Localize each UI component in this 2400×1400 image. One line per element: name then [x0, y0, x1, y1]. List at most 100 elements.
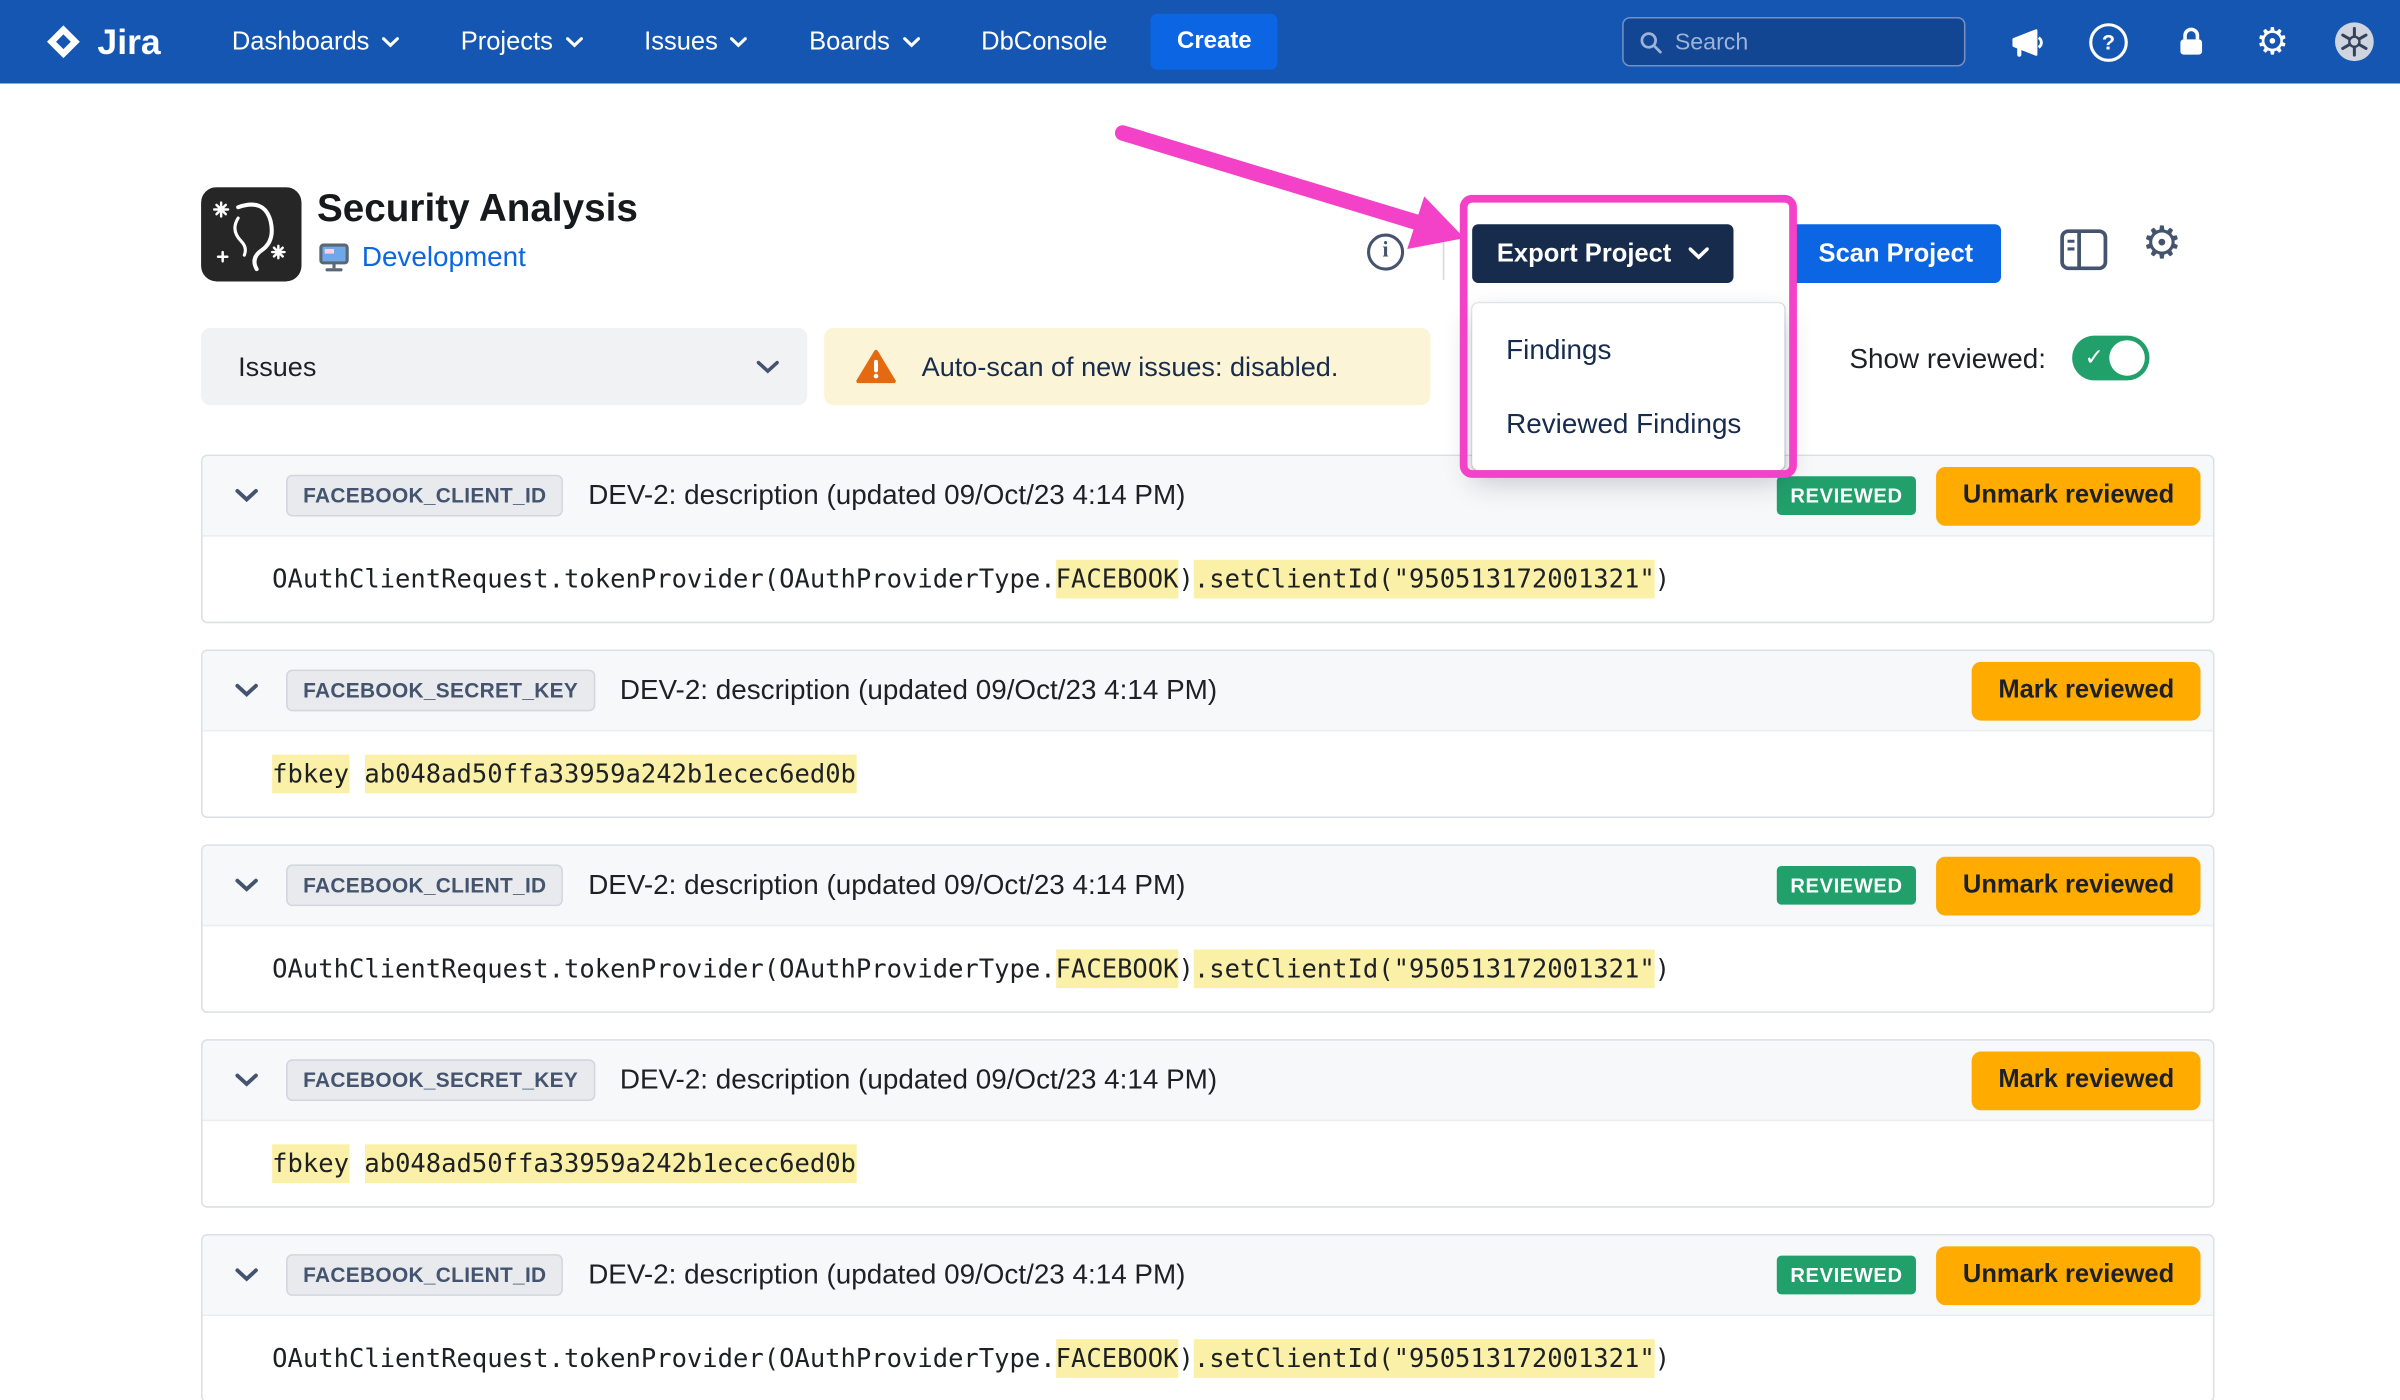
chevron-down-icon	[234, 878, 257, 892]
finding-code: OAuthClientRequest.tokenProvider(OAuthPr…	[203, 1316, 2213, 1400]
nav-item[interactable]: Dashboards	[232, 27, 399, 56]
finding-header: FACEBOOK_CLIENT_ID DEV-2: description (u…	[203, 846, 2213, 926]
nav-item[interactable]: Boards	[809, 27, 919, 56]
expand-toggle-button[interactable]	[230, 870, 261, 901]
scan-project-button[interactable]: Scan Project	[1791, 224, 2001, 283]
settings-button[interactable]: ⚙	[2252, 21, 2294, 63]
chevron-down-icon	[1688, 247, 1708, 259]
project-avatar-art-icon	[201, 187, 302, 281]
expand-toggle-button[interactable]	[230, 1260, 261, 1291]
search-input[interactable]	[1675, 29, 1949, 55]
jira-logo-icon	[43, 22, 83, 62]
reviewed-badge: REVIEWED	[1776, 1256, 1916, 1295]
chevron-down-icon	[902, 36, 919, 47]
code-highlight: ab048ad50ffa33959a242b1ecec6ed0b	[364, 755, 856, 794]
user-avatar[interactable]	[2334, 21, 2376, 63]
nav-item-label: Projects	[461, 27, 553, 56]
code-highlight: fbkey	[272, 755, 349, 794]
code-highlight: FACEBOOK	[1056, 949, 1179, 988]
code-text: OAuthClientRequest.tokenProvider(OAuthPr…	[272, 564, 1055, 593]
reviewed-badge: REVIEWED	[1776, 866, 1916, 905]
gear-icon: ⚙	[2142, 216, 2182, 269]
code-highlight: ab048ad50ffa33959a242b1ecec6ed0b	[364, 1144, 856, 1183]
finding-actions: REVIEWED Unmark reviewed	[1776, 1246, 2200, 1305]
code-highlight: fbkey	[272, 1144, 349, 1183]
expand-toggle-button[interactable]	[230, 480, 261, 511]
code-highlight: FACEBOOK	[1056, 1339, 1179, 1378]
help-glyph: ?	[2102, 29, 2115, 54]
expand-toggle-button[interactable]	[230, 1065, 261, 1096]
nav-item-label: Dashboards	[232, 27, 370, 56]
navbar-icon-cluster: ? ⚙	[2006, 21, 2376, 63]
expand-toggle-button[interactable]	[230, 675, 261, 706]
announcement-button[interactable]	[2006, 21, 2048, 63]
nav-item[interactable]: Issues	[644, 27, 747, 56]
gear-icon: ⚙	[2256, 23, 2289, 60]
create-button[interactable]: Create	[1151, 14, 1278, 70]
nav-item-label: Issues	[644, 27, 718, 56]
code-text: )	[1179, 1344, 1194, 1373]
finding-code: OAuthClientRequest.tokenProvider(OAuthPr…	[203, 926, 2213, 1011]
chevron-down-icon	[756, 360, 779, 374]
avatar-icon	[2334, 20, 2376, 63]
finding-actions: Mark reviewed	[1972, 661, 2200, 720]
finding-actions: REVIEWED Unmark reviewed	[1776, 856, 2200, 915]
check-icon: ✓	[2085, 343, 2104, 371]
export-project-button[interactable]: Export Project	[1472, 224, 1733, 283]
review-action-button[interactable]: Mark reviewed	[1972, 1051, 2200, 1110]
review-action-button[interactable]: Unmark reviewed	[1937, 1246, 2201, 1305]
chevron-down-icon	[382, 36, 399, 47]
finding-code: OAuthClientRequest.tokenProvider(OAuthPr…	[203, 537, 2213, 622]
finding-card: FACEBOOK_CLIENT_ID DEV-2: description (u…	[201, 844, 2214, 1013]
code-highlight: .setClientId("950513172001321"	[1194, 560, 1655, 599]
finding-title: DEV-2: description (updated 09/Oct/23 4:…	[588, 479, 1185, 511]
search-box[interactable]	[1622, 17, 1965, 66]
code-text: )	[1655, 564, 1670, 593]
detail-view-button[interactable]	[2060, 229, 2108, 278]
code-highlight: .setClientId("950513172001321"	[1194, 949, 1655, 988]
security-button[interactable]	[2170, 21, 2212, 63]
nav-item[interactable]: Projects	[461, 27, 583, 56]
code-text: OAuthClientRequest.tokenProvider(OAuthPr…	[272, 1344, 1055, 1373]
navbar-items: Dashboards Projects Issues Boards DbCons…	[232, 27, 1108, 56]
export-menu: Findings Reviewed Findings	[1472, 303, 1784, 470]
code-text: )	[1179, 564, 1194, 593]
finding-type-badge: FACEBOOK_CLIENT_ID	[286, 475, 563, 517]
export-menu-item[interactable]: Findings	[1472, 312, 1784, 386]
finding-type-badge: FACEBOOK_CLIENT_ID	[286, 864, 563, 906]
code-text: )	[1655, 954, 1670, 983]
review-action-button[interactable]: Mark reviewed	[1972, 661, 2200, 720]
finding-type-badge: FACEBOOK_SECRET_KEY	[286, 1059, 595, 1101]
toggle-knob	[2109, 340, 2145, 376]
export-project-label: Export Project	[1497, 239, 1671, 268]
code-highlight: FACEBOOK	[1056, 560, 1179, 599]
page-title: Security Analysis	[317, 187, 638, 232]
help-icon: ?	[2089, 22, 2128, 61]
info-button[interactable]: i	[1367, 234, 1404, 271]
page-settings-button[interactable]: ⚙	[2142, 221, 2182, 266]
megaphone-icon	[2007, 22, 2046, 61]
export-menu-item[interactable]: Reviewed Findings	[1472, 387, 1784, 461]
chevron-down-icon	[565, 36, 582, 47]
code-text: OAuthClientRequest.tokenProvider(OAuthPr…	[272, 954, 1055, 983]
reviewed-badge: REVIEWED	[1776, 476, 1916, 515]
project-link[interactable]: Development	[362, 241, 526, 273]
code-text: )	[1179, 954, 1194, 983]
review-action-button[interactable]: Unmark reviewed	[1937, 466, 2201, 525]
show-reviewed-toggle[interactable]: ✓	[2072, 336, 2149, 381]
issues-dropdown[interactable]: Issues	[201, 328, 807, 405]
warning-icon	[855, 348, 897, 385]
autoscan-warning-banner: Auto-scan of new issues: disabled.	[824, 328, 1430, 405]
chevron-down-icon	[234, 684, 257, 698]
code-highlight: .setClientId("950513172001321"	[1194, 1339, 1655, 1378]
nav-item[interactable]: DbConsole	[981, 27, 1107, 56]
jira-logo[interactable]: Jira	[43, 21, 160, 63]
chevron-down-icon	[234, 489, 257, 503]
jira-logo-text: Jira	[97, 21, 160, 63]
help-button[interactable]: ?	[2088, 21, 2130, 63]
finding-code: fbkey ab048ad50ffa33959a242b1ecec6ed0b	[203, 731, 2213, 816]
chevron-down-icon	[730, 36, 747, 47]
review-action-button[interactable]: Unmark reviewed	[1937, 856, 2201, 915]
finding-card: FACEBOOK_CLIENT_ID DEV-2: description (u…	[201, 1234, 2214, 1400]
code-text: )	[1655, 1344, 1670, 1373]
